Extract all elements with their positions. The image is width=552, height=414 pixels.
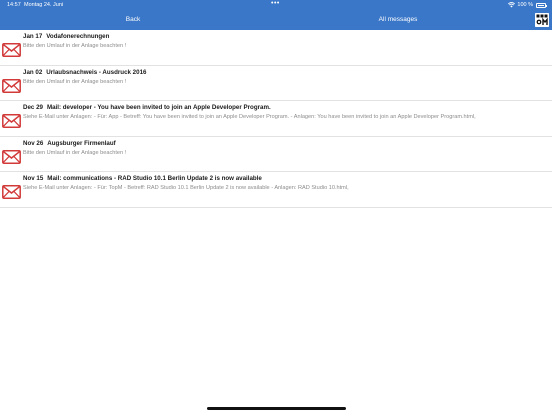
multitasking-dots[interactable]: ••• <box>271 0 280 8</box>
message-date: Nov 26 <box>23 139 44 147</box>
message-preview: Siehe E-Mail unter Anlagen: - Für: TopM … <box>23 185 349 191</box>
status-time: 14:57 <box>7 2 21 8</box>
message-subject: Urlaubsnachweis - Ausdruck 2016 <box>46 68 147 76</box>
mail-icon <box>2 114 21 128</box>
message-subject: Augsburger Firmenlauf <box>47 139 116 147</box>
message-preview: Bitte den Umlauf in der Anlage beachten … <box>23 78 127 85</box>
message-title: Nov 26 Augsburger Firmenlauf <box>23 140 548 147</box>
message-list: Jan 17 Vodafonerechnungen Bitte den Umlau… <box>0 30 552 208</box>
message-row[interactable]: Jan 02 Urlaubsnachweis - Ausdruck 2016 Bi… <box>0 66 552 101</box>
navigation-bar: Back All messages <box>0 10 552 30</box>
message-row[interactable]: Nov 15 Mail: communications - RAD Studio … <box>0 172 552 208</box>
home-indicator[interactable] <box>207 407 346 410</box>
message-row[interactable]: Jan 17 Vodafonerechnungen Bitte den Umlau… <box>0 30 552 66</box>
mail-icon <box>2 43 21 57</box>
message-subject: Mail: communications - RAD Studio 10.1 B… <box>47 175 262 182</box>
status-right: 100 % <box>508 0 547 10</box>
status-bar: 14:57 Montag 24. Juni ••• 100 % <box>0 0 552 10</box>
message-title: Jan 17 Vodafonerechnungen <box>23 33 548 40</box>
message-date: Jan 02 <box>23 68 43 76</box>
mail-icon <box>2 185 21 199</box>
message-title: Dec 29 Mail: developer - You have been in… <box>23 104 548 111</box>
page-title: All messages <box>378 16 418 23</box>
message-title: Jan 02 Urlaubsnachweis - Ausdruck 2016 <box>23 69 548 76</box>
wifi-icon <box>508 2 516 8</box>
message-row[interactable]: Nov 26 Augsburger Firmenlauf Bitte den Um… <box>0 137 552 172</box>
status-date: Montag 24. Juni <box>24 2 64 8</box>
message-subject: Mail: developer - You have been invited … <box>46 104 271 111</box>
message-title: Nov 15 Mail: communications - RAD Studio … <box>23 175 548 182</box>
mail-icon <box>2 78 21 93</box>
message-date: Nov 15 <box>23 175 44 182</box>
battery-icon <box>536 2 547 8</box>
battery-percent: 100 % <box>517 2 533 8</box>
message-preview: Bitte den Umlauf in der Anlage beachten … <box>23 43 127 49</box>
message-subject: Vodafonerechnungen <box>46 33 110 40</box>
message-date: Dec 29 <box>23 104 43 111</box>
message-date: Jan 17 <box>23 33 43 40</box>
message-preview: Bitte den Umlauf in der Anlage beachten … <box>23 149 127 156</box>
company-logo-icon <box>535 13 549 27</box>
mail-icon <box>2 149 21 164</box>
message-preview: Siehe E-Mail unter Anlagen: - Für: App -… <box>23 114 476 120</box>
app-window: 14:57 Montag 24. Juni ••• 100 % Back All… <box>0 0 552 414</box>
message-row[interactable]: Dec 29 Mail: developer - You have been in… <box>0 101 552 137</box>
back-button[interactable]: Back <box>120 10 146 30</box>
